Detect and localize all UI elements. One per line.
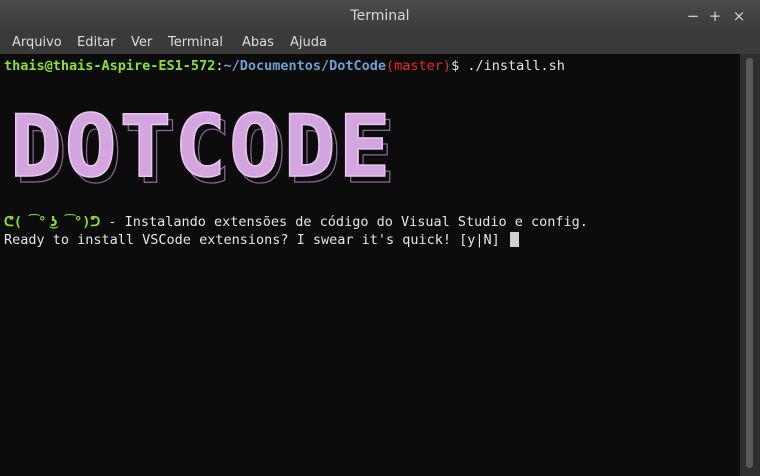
maximize-button[interactable]: + bbox=[706, 7, 724, 25]
prompt-branch: (master) bbox=[386, 58, 452, 74]
dotcode-ascii-logo: DOTCODE DOTCODE bbox=[9, 96, 396, 200]
window-title: Terminal bbox=[350, 8, 410, 24]
terminal-output[interactable]: thais@thais-Aspire-ES1-572:~/Documentos/… bbox=[0, 54, 740, 476]
close-button[interactable]: × bbox=[730, 7, 748, 25]
terminal-window: Terminal − + × Arquivo Editar Ver Termin… bbox=[0, 0, 760, 476]
logo-text: DOTCODE bbox=[10, 97, 393, 197]
status-line: ᕦ( ͡° ͜ʖ ͡°)ᕤ - Instalando extensões de … bbox=[4, 213, 588, 231]
lenny-face: ᕦ( ͡° ͜ʖ ͡°)ᕤ bbox=[4, 214, 101, 230]
scrollbar-thumb[interactable] bbox=[746, 58, 753, 468]
terminal-scrollbar[interactable] bbox=[740, 54, 760, 476]
question-text: Ready to install VSCode extensions? I sw… bbox=[4, 232, 508, 248]
prompt-command: ./install.sh bbox=[459, 58, 565, 74]
menu-arquivo[interactable]: Arquivo bbox=[12, 32, 62, 54]
status-text: - Instalando extensões de código do Visu… bbox=[100, 214, 588, 230]
prompt-symbol: $ bbox=[451, 58, 460, 74]
terminal-cursor bbox=[509, 232, 519, 247]
menu-terminal[interactable]: Terminal bbox=[168, 32, 223, 54]
menu-editar[interactable]: Editar bbox=[77, 32, 116, 54]
prompt-path: ~/Documentos/DotCode bbox=[223, 58, 387, 74]
prompt-user-host: thais@thais-Aspire-ES1-572 bbox=[4, 58, 216, 74]
menu-abas[interactable]: Abas bbox=[242, 32, 274, 54]
title-bar[interactable]: Terminal − + × bbox=[0, 0, 760, 32]
prompt-line: thais@thais-Aspire-ES1-572:~/Documentos/… bbox=[4, 57, 565, 75]
menu-bar: Arquivo Editar Ver Terminal Abas Ajuda bbox=[0, 32, 760, 54]
menu-ajuda[interactable]: Ajuda bbox=[290, 32, 327, 54]
minimize-button[interactable]: − bbox=[684, 7, 702, 25]
question-line: Ready to install VSCode extensions? I sw… bbox=[4, 231, 519, 249]
menu-ver[interactable]: Ver bbox=[131, 32, 152, 54]
